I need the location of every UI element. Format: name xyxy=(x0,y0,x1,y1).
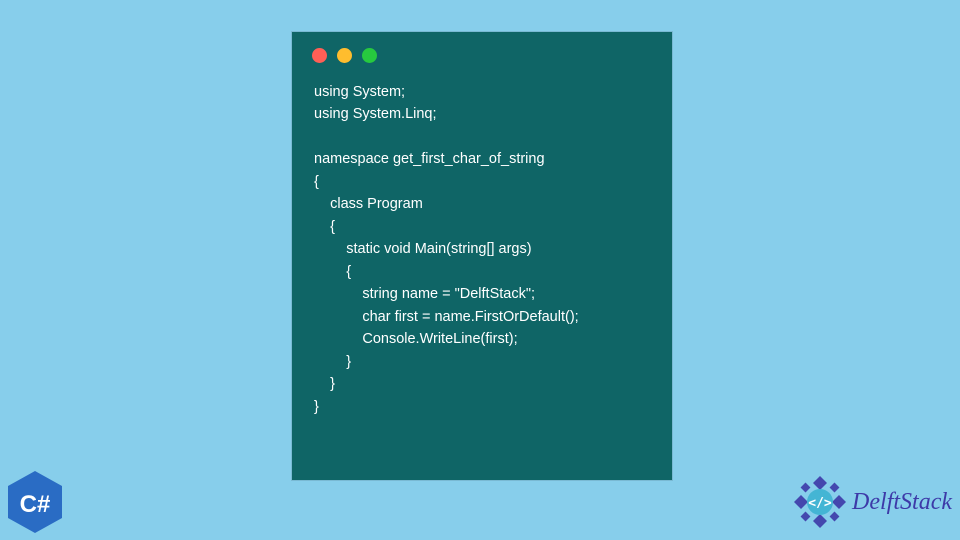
code-line: char first = name.FirstOrDefault(); xyxy=(314,309,579,325)
code-line: } xyxy=(314,376,335,392)
code-line: using System; xyxy=(314,84,405,100)
svg-text:</>: </> xyxy=(808,496,832,511)
code-line: { xyxy=(314,219,335,235)
code-line: using System.Linq; xyxy=(314,106,437,122)
delftstack-emblem-icon: </> xyxy=(790,472,850,532)
delftstack-logo: </> DelftStack xyxy=(790,472,952,532)
code-line: Console.WriteLine(first); xyxy=(314,331,518,347)
close-icon[interactable] xyxy=(312,48,327,63)
code-line: { xyxy=(314,174,319,190)
code-line: class Program xyxy=(314,196,423,212)
code-line: string name = "DelftStack"; xyxy=(314,286,535,302)
code-content: using System; using System.Linq; namespa… xyxy=(294,71,670,438)
minimize-icon[interactable] xyxy=(337,48,352,63)
code-line: } xyxy=(314,354,351,370)
csharp-text: C# xyxy=(20,491,51,518)
csharp-badge-icon: C# xyxy=(6,470,64,534)
code-line: namespace get_first_char_of_string xyxy=(314,151,545,167)
maximize-icon[interactable] xyxy=(362,48,377,63)
code-window: using System; using System.Linq; namespa… xyxy=(292,32,672,480)
code-line: } xyxy=(314,399,319,415)
brand-text: DelftStack xyxy=(852,489,952,516)
window-controls xyxy=(294,34,670,71)
code-line: static void Main(string[] args) xyxy=(314,241,532,257)
code-line: { xyxy=(314,264,351,280)
